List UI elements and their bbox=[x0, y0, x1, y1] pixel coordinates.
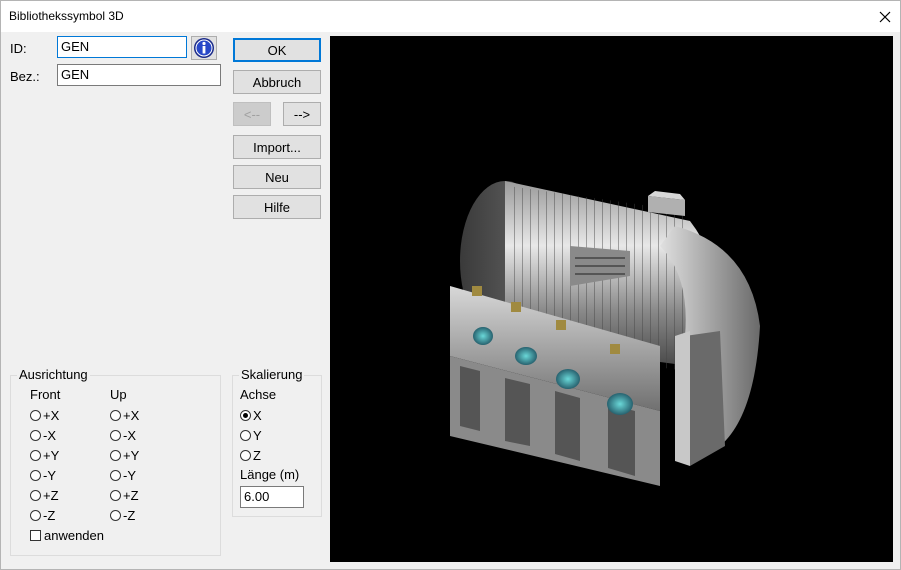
radio-label: -X bbox=[43, 427, 56, 443]
front-radio-minus-x[interactable]: -X bbox=[30, 427, 56, 443]
bez-input[interactable]: GEN bbox=[57, 64, 221, 86]
radio-circle bbox=[240, 409, 251, 421]
front-radio-plus-z[interactable]: +Z bbox=[30, 487, 59, 503]
radio-label: Z bbox=[253, 447, 261, 463]
length-input[interactable]: 6.00 bbox=[240, 486, 304, 508]
up-radio-minus-y[interactable]: -Y bbox=[110, 467, 136, 483]
dialog-window: Bibliothekssymbol 3D ID: GEN Bez.: GEN O… bbox=[0, 0, 901, 570]
front-radio-minus-y[interactable]: -Y bbox=[30, 467, 56, 483]
radio-circle bbox=[110, 489, 121, 501]
length-label: Länge (m) bbox=[240, 467, 300, 482]
up-radio-minus-x[interactable]: -X bbox=[110, 427, 136, 443]
radio-label: +X bbox=[43, 407, 60, 423]
radio-label: -Z bbox=[43, 507, 56, 523]
id-input[interactable]: GEN bbox=[57, 36, 187, 58]
radio-circle bbox=[110, 509, 121, 521]
next-button[interactable]: --> bbox=[283, 102, 321, 126]
apply-label: anwenden bbox=[44, 528, 104, 543]
close-icon bbox=[879, 11, 891, 22]
radio-label: -X bbox=[123, 427, 136, 443]
title-bar: Bibliothekssymbol 3D bbox=[1, 1, 900, 32]
info-button[interactable] bbox=[191, 36, 217, 60]
radio-circle bbox=[30, 469, 41, 481]
apply-checkbox[interactable]: anwenden bbox=[30, 528, 104, 543]
axis-radio-x[interactable]: X bbox=[240, 407, 262, 423]
radio-label: +Z bbox=[123, 487, 139, 503]
close-button[interactable] bbox=[870, 1, 900, 32]
up-label: Up bbox=[110, 387, 127, 402]
radio-label: +Y bbox=[123, 447, 140, 463]
axis-radio-y[interactable]: Y bbox=[240, 427, 262, 443]
front-radio-plus-y[interactable]: +Y bbox=[30, 447, 59, 463]
help-button[interactable]: Hilfe bbox=[233, 195, 321, 219]
window-title: Bibliothekssymbol 3D bbox=[9, 9, 124, 23]
radio-circle bbox=[110, 429, 121, 441]
radio-circle bbox=[110, 469, 121, 481]
radio-circle bbox=[30, 489, 41, 501]
up-radio-minus-z[interactable]: -Z bbox=[110, 507, 135, 523]
generator-model-image bbox=[450, 181, 760, 486]
checkbox-box bbox=[30, 530, 41, 541]
radio-label: +Y bbox=[43, 447, 60, 463]
radio-circle bbox=[110, 449, 121, 461]
radio-circle bbox=[240, 449, 251, 461]
skalierung-title: Skalierung bbox=[239, 367, 305, 382]
radio-circle bbox=[110, 409, 121, 421]
radio-label: -Z bbox=[123, 507, 136, 523]
new-button[interactable]: Neu bbox=[233, 165, 321, 189]
radio-circle bbox=[30, 449, 41, 461]
up-radio-plus-y[interactable]: +Y bbox=[110, 447, 139, 463]
axis-label: Achse bbox=[240, 387, 277, 402]
radio-circle bbox=[30, 509, 41, 521]
ausrichtung-title: Ausrichtung bbox=[17, 367, 90, 382]
bez-label: Bez.: bbox=[10, 69, 40, 84]
cancel-button[interactable]: Abbruch bbox=[233, 70, 321, 94]
radio-circle bbox=[30, 429, 41, 441]
front-radio-minus-z[interactable]: -Z bbox=[30, 507, 55, 523]
axis-radio-z[interactable]: Z bbox=[240, 447, 261, 463]
front-radio-plus-x[interactable]: +X bbox=[30, 407, 59, 423]
radio-circle bbox=[240, 429, 251, 441]
radio-circle bbox=[30, 409, 41, 421]
radio-label: X bbox=[253, 407, 262, 423]
model-preview[interactable] bbox=[330, 36, 893, 562]
ok-button[interactable]: OK bbox=[233, 38, 321, 62]
info-icon bbox=[194, 38, 214, 58]
radio-label: -Y bbox=[43, 467, 56, 483]
id-label: ID: bbox=[10, 41, 27, 56]
prev-button[interactable]: <-- bbox=[233, 102, 271, 126]
radio-label: +Z bbox=[43, 487, 59, 503]
radio-label: -Y bbox=[123, 467, 136, 483]
front-label: Front bbox=[30, 387, 61, 402]
radio-label: Y bbox=[253, 427, 262, 443]
radio-label: +X bbox=[123, 407, 140, 423]
import-button[interactable]: Import... bbox=[233, 135, 321, 159]
up-radio-plus-x[interactable]: +X bbox=[110, 407, 139, 423]
up-radio-plus-z[interactable]: +Z bbox=[110, 487, 139, 503]
